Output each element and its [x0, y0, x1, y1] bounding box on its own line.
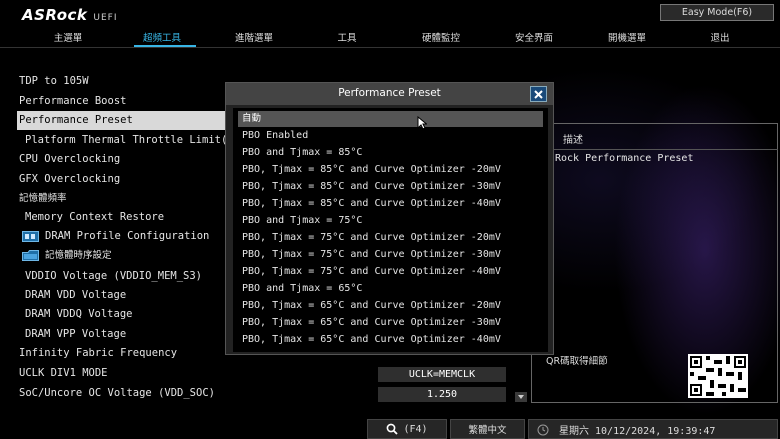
language-button[interactable]: 繁體中文	[450, 419, 525, 439]
menu-item-dram-profile[interactable]: DRAM Profile Configuration	[22, 227, 209, 246]
asrock-logo: ASRock UEFI	[22, 6, 118, 24]
uefi-label: UEFI	[93, 13, 118, 23]
brand-name: ASRock	[22, 6, 88, 24]
menu-item-label: DRAM Profile Configuration	[45, 230, 210, 242]
preset-option[interactable]: PBO, Tjmax = 75°C and Curve Optimizer -3…	[238, 247, 543, 263]
qr-hint-text: QR碼取得細節	[546, 356, 608, 367]
preset-option[interactable]: PBO, Tjmax = 85°C and Curve Optimizer -2…	[238, 162, 543, 178]
folder-icon	[22, 250, 39, 261]
menu-item-dram-vdd[interactable]: DRAM VDD Voltage	[25, 286, 126, 305]
folder-icon	[22, 230, 39, 242]
menu-item-vddio-voltage[interactable]: VDDIO Voltage (VDDIO_MEM_S3)	[25, 267, 202, 286]
menu-item-performance-preset[interactable]: Performance Preset	[17, 111, 227, 130]
preset-option[interactable]: PBO, Tjmax = 75°C and Curve Optimizer -4…	[238, 264, 543, 280]
menu-item-dram-timing[interactable]: 記憶體時序設定	[22, 246, 112, 265]
description-text: Rock Performance Preset	[555, 153, 694, 164]
uclk-div1-value[interactable]: UCLK=MEMCLK	[378, 367, 506, 382]
tab-advanced[interactable]: 進階選單	[235, 30, 273, 44]
menu-item-dram-vpp[interactable]: DRAM VPP Voltage	[25, 325, 126, 344]
tab-tool[interactable]: 工具	[337, 30, 356, 44]
clock-display: 星期六 10/12/2024, 19:39:47	[528, 419, 778, 439]
menu-item-thermal-throttle[interactable]: Platform Thermal Throttle Limit(	[25, 131, 227, 150]
preset-option[interactable]: PBO and Tjmax = 75°C	[238, 213, 543, 229]
preset-option[interactable]: 自動	[238, 111, 543, 127]
menu-item-label: 記憶體時序設定	[45, 250, 112, 261]
tab-boot[interactable]: 開機選單	[608, 30, 646, 44]
search-icon	[387, 423, 399, 435]
dropdown-arrow-icon[interactable]	[515, 392, 527, 402]
preset-option[interactable]: PBO, Tjmax = 65°C and Curve Optimizer -2…	[238, 298, 543, 314]
preset-option[interactable]: PBO Enabled	[238, 128, 543, 144]
preset-option-list: 自動 PBO Enabled PBO and Tjmax = 85°C PBO,…	[233, 108, 548, 352]
dialog-title: Performance Preset	[338, 87, 441, 99]
menu-item-cpu-overclocking[interactable]: CPU Overclocking	[19, 150, 120, 169]
menu-item-dram-frequency[interactable]: 記憶體頻率	[19, 189, 67, 208]
mouse-cursor-icon	[417, 116, 427, 130]
qr-code-icon	[688, 354, 748, 398]
menu-item-gfx-overclocking[interactable]: GFX Overclocking	[19, 170, 120, 189]
close-icon	[534, 89, 543, 99]
menu-item-performance-boost[interactable]: Performance Boost	[19, 92, 126, 111]
preset-option[interactable]: PBO and Tjmax = 85°C	[238, 145, 543, 161]
clock-icon	[537, 424, 549, 436]
menu-item-soc-voltage[interactable]: SoC/Uncore OC Voltage (VDD_SOC)	[19, 384, 215, 403]
menu-item-dram-vddq[interactable]: DRAM VDDQ Voltage	[25, 305, 132, 324]
description-title: 描述	[563, 135, 583, 146]
description-divider	[548, 149, 778, 150]
tab-hw-monitor[interactable]: 硬體監控	[422, 30, 460, 44]
tab-divider	[0, 47, 780, 48]
preset-option[interactable]: PBO, Tjmax = 65°C and Curve Optimizer -3…	[238, 315, 543, 331]
search-shortcut: (F4)	[403, 423, 428, 435]
main-tabs: 主選單 超頻工具 進階選單 工具 硬體監控 安全界面 開機選單 退出	[0, 30, 780, 44]
preset-option[interactable]: PBO, Tjmax = 65°C and Curve Optimizer -4…	[238, 332, 543, 348]
tab-main[interactable]: 主選單	[54, 30, 83, 44]
easy-mode-button[interactable]: Easy Mode(F6)	[660, 4, 774, 21]
tab-oc-tweaker[interactable]: 超頻工具	[143, 30, 181, 44]
menu-item-uclk-div1[interactable]: UCLK DIV1 MODE	[19, 364, 108, 383]
menu-item-tdp[interactable]: TDP to 105W	[19, 72, 89, 91]
performance-preset-dialog: Performance Preset 自動 PBO Enabled PBO an…	[225, 82, 554, 355]
close-button[interactable]	[530, 86, 547, 102]
menu-item-memory-context-restore[interactable]: Memory Context Restore	[25, 208, 164, 227]
soc-voltage-value[interactable]: 1.250	[378, 387, 506, 402]
search-button[interactable]: (F4)	[367, 419, 447, 439]
preset-option[interactable]: PBO, Tjmax = 85°C and Curve Optimizer -4…	[238, 196, 543, 212]
datetime: 星期六 10/12/2024, 19:39:47	[559, 425, 716, 437]
preset-option[interactable]: PBO, Tjmax = 75°C and Curve Optimizer -2…	[238, 230, 543, 246]
tab-exit[interactable]: 退出	[710, 30, 729, 44]
tab-security[interactable]: 安全界面	[515, 30, 553, 44]
preset-option[interactable]: PBO and Tjmax = 65°C	[238, 281, 543, 297]
preset-option[interactable]: PBO, Tjmax = 85°C and Curve Optimizer -3…	[238, 179, 543, 195]
menu-item-infinity-fabric[interactable]: Infinity Fabric Frequency	[19, 344, 177, 363]
bottom-bar: (F4) 繁體中文 星期六 10/12/2024, 19:39:47	[0, 419, 780, 439]
